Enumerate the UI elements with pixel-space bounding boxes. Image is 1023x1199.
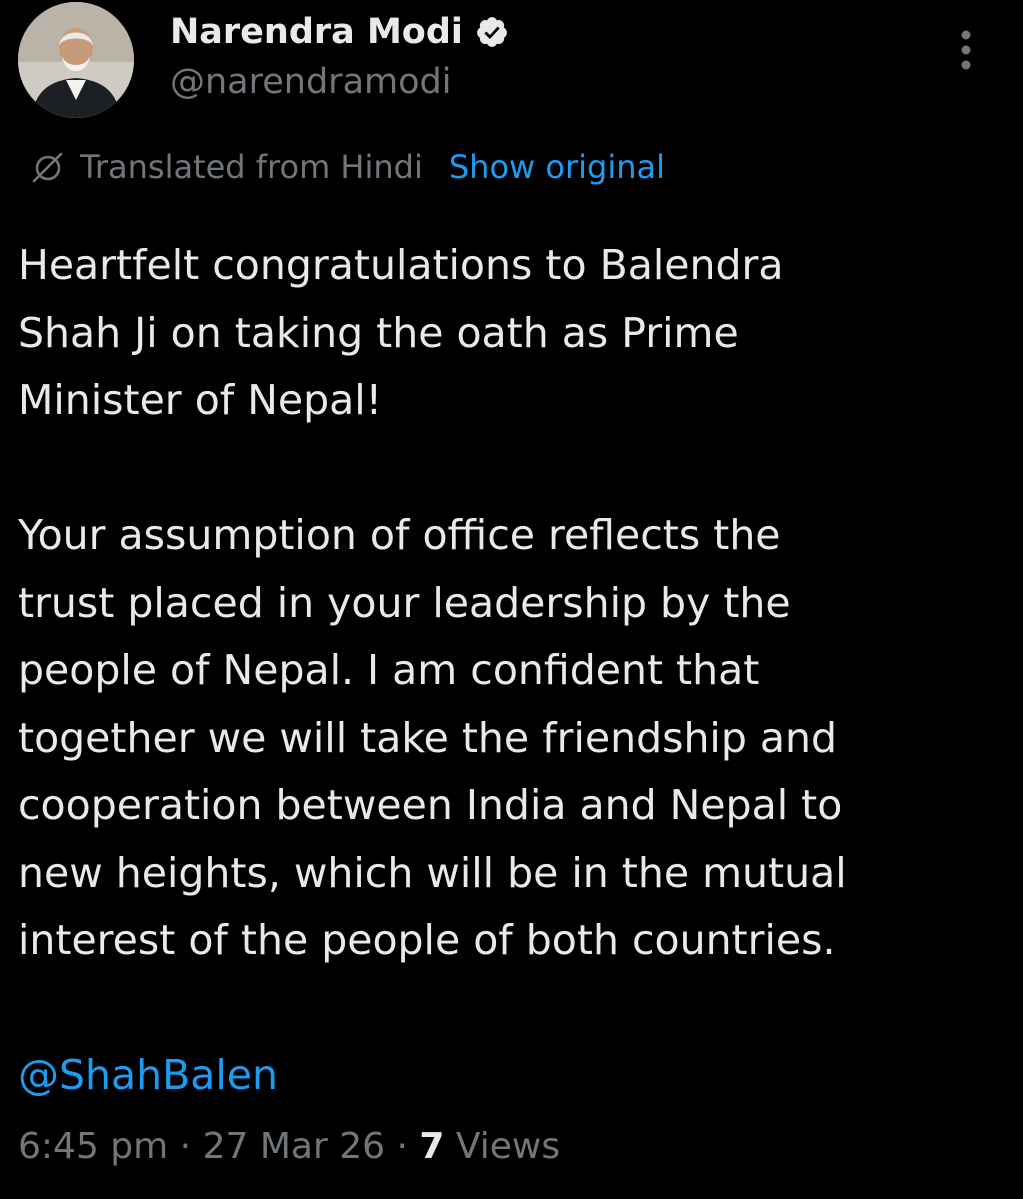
tweet-line: Minister of Nepal!	[18, 376, 383, 424]
tweet-text: Heartfelt congratulations to Balendra Sh…	[18, 232, 1008, 1110]
meta-separator: ·	[179, 1126, 192, 1167]
tweet-line: cooperation between India and Nepal to	[18, 781, 843, 829]
author-handle[interactable]: @narendramodi	[170, 62, 451, 102]
tweet-line: Heartfelt congratulations to Balendra	[18, 241, 784, 289]
tweet-line: Shah Ji on taking the oath as Prime	[18, 308, 739, 357]
tweet-metadata: 6:45 pm · 27 Mar 26 · 7 Views	[18, 1126, 560, 1167]
tweet-line: new heights, which will be in the mutual	[18, 848, 847, 897]
show-original-link[interactable]: Show original	[449, 148, 665, 186]
globe-slash-icon	[32, 152, 63, 183]
translated-from-label: Translated from Hindi	[80, 148, 423, 186]
author-display-name[interactable]: Narendra Modi	[170, 12, 463, 52]
tweet-date[interactable]: 27 Mar 26	[203, 1126, 385, 1167]
more-options-icon[interactable]	[951, 28, 981, 72]
translation-bar: Translated from Hindi Show original	[30, 146, 665, 188]
tweet-line: Your assumption of office reflects the	[18, 511, 781, 559]
mention-link[interactable]: @ShahBalen	[18, 1051, 278, 1099]
meta-separator: ·	[396, 1126, 408, 1167]
tweet-line: together we will take the friendship and	[18, 713, 838, 762]
avatar[interactable]	[18, 2, 134, 118]
views-count: 7	[419, 1126, 445, 1167]
tweet-line: people of Nepal. I am confident that	[18, 646, 760, 694]
verified-badge-icon[interactable]	[475, 15, 509, 49]
author-name-row: Narendra Modi	[170, 10, 509, 54]
tweet-time[interactable]: 6:45 pm	[18, 1126, 168, 1167]
views-label: Views	[455, 1126, 561, 1167]
tweet-line: interest of the people of both countries…	[18, 916, 836, 964]
tweet-line: trust placed in your leadership by the	[18, 578, 791, 627]
